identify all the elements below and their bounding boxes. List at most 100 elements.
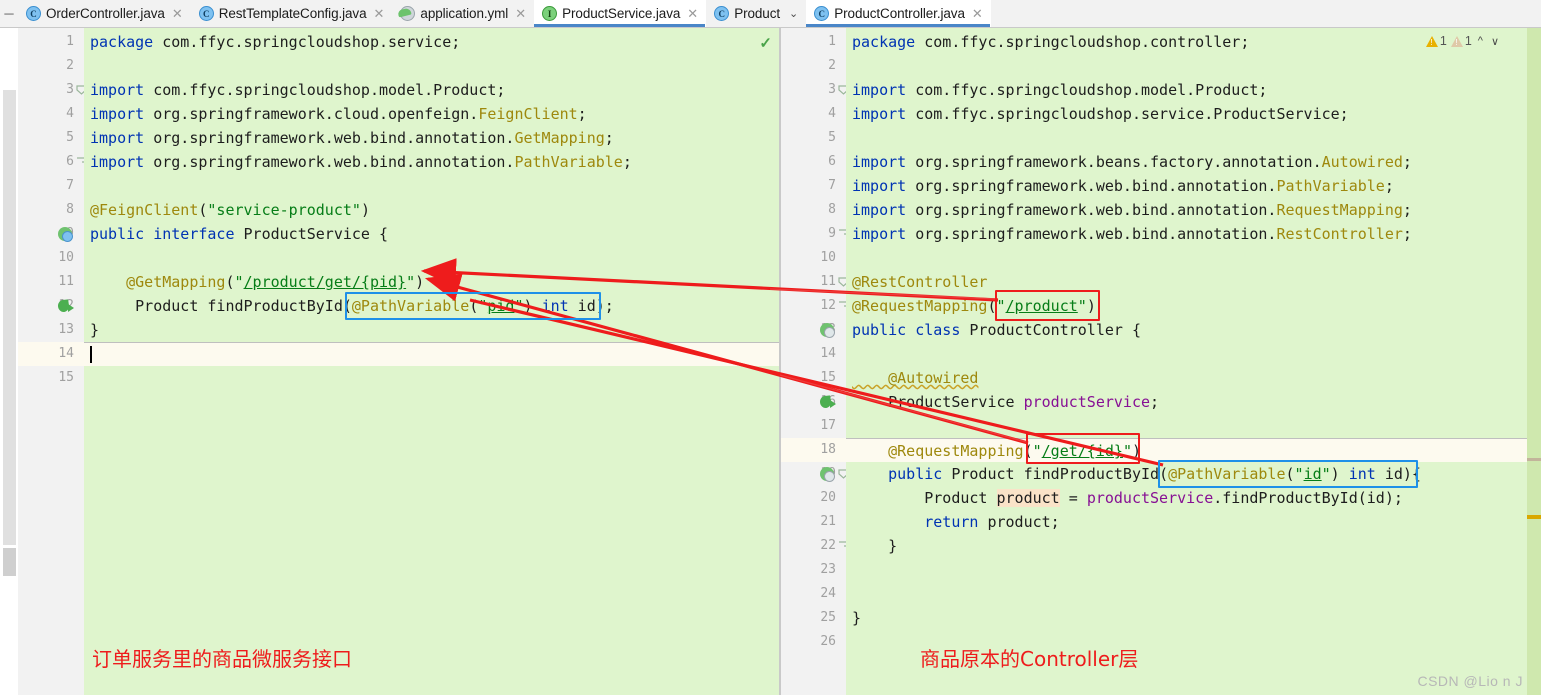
gutter-line-10[interactable]: 10	[18, 246, 84, 270]
gutter-line-3[interactable]: 3	[780, 78, 849, 102]
close-icon[interactable]: ✕	[687, 7, 698, 20]
gutter-line-13[interactable]: 13	[18, 318, 84, 342]
code-line-19[interactable]: public Product findProductById(@PathVari…	[846, 462, 1527, 486]
gutter-line-5[interactable]: 5	[780, 126, 846, 150]
gutter-line-23[interactable]: 23	[780, 558, 846, 582]
stripe-marker-warning[interactable]	[1527, 515, 1541, 519]
gutter-line-8[interactable]: 8	[780, 198, 846, 222]
code-line-10[interactable]	[84, 246, 780, 270]
gutter-line-17[interactable]: 17	[780, 414, 846, 438]
code-line-7[interactable]	[84, 174, 780, 198]
code-line-8[interactable]: @FeignClient("service-product")	[84, 198, 780, 222]
code-line-9[interactable]: import org.springframework.web.bind.anno…	[846, 222, 1527, 246]
code-line-9[interactable]: public interface ProductService {	[84, 222, 780, 246]
gutter-line-8[interactable]: 8	[18, 198, 84, 222]
gutter-line-11[interactable]: 11	[18, 270, 84, 294]
code-line-20[interactable]: Product product = productService.findPro…	[846, 486, 1527, 510]
editor-tab-application-yml[interactable]: application.yml ✕	[392, 0, 535, 27]
code-line-7[interactable]: import org.springframework.web.bind.anno…	[846, 174, 1527, 198]
gutter-line-20[interactable]: 20	[780, 486, 846, 510]
gutter-line-19[interactable]: 19	[780, 462, 849, 486]
left-vertical-scrollbar[interactable]	[0, 28, 18, 695]
gutter-line-13[interactable]: 13	[780, 318, 846, 342]
code-line-18[interactable]: @RequestMapping("/get/{id}")	[846, 438, 1527, 462]
scrollbar-thumb-main[interactable]	[3, 90, 16, 545]
editor-tab-product[interactable]: C Product ⌄	[706, 0, 807, 27]
code-line-21[interactable]: return product;	[846, 510, 1527, 534]
gutter-line-15[interactable]: 15	[780, 366, 846, 390]
interface-marker-icon[interactable]	[58, 227, 73, 242]
chevron-down-icon[interactable]: ⌄	[789, 7, 798, 20]
close-icon[interactable]: ✕	[172, 7, 183, 20]
code-line-14[interactable]	[84, 342, 780, 366]
collapse-icon[interactable]: ─	[0, 0, 18, 27]
stripe-marker-weak-warning[interactable]	[1527, 458, 1541, 461]
code-line-25[interactable]: }	[846, 606, 1527, 630]
gutter-line-10[interactable]: 10	[780, 246, 846, 270]
gutter-line-6[interactable]: 6	[780, 150, 846, 174]
gutter-line-16[interactable]: 16	[780, 390, 846, 414]
code-line-3[interactable]: import com.ffyc.springcloudshop.model.Pr…	[84, 78, 780, 102]
code-line-11[interactable]: @GetMapping("/product/get/{pid}")	[84, 270, 780, 294]
pane-divider[interactable]	[779, 28, 781, 695]
code-line-2[interactable]	[846, 54, 1527, 78]
code-line-1[interactable]: package com.ffyc.springcloudshop.control…	[846, 30, 1527, 54]
gutter-line-7[interactable]: 7	[18, 174, 84, 198]
code-line-14[interactable]	[846, 342, 1527, 366]
gutter-line-3[interactable]: 3	[18, 78, 87, 102]
editor-tab-resttemplateconfig-java[interactable]: C RestTemplateConfig.java ✕	[190, 0, 393, 27]
close-icon[interactable]: ✕	[515, 7, 526, 20]
close-icon[interactable]: ✕	[972, 7, 983, 20]
gutter-line-12[interactable]: 12	[780, 294, 849, 318]
gutter-line-14[interactable]: 14	[18, 342, 84, 366]
close-icon[interactable]: ✕	[374, 7, 385, 20]
code-line-17[interactable]	[846, 414, 1527, 438]
code-line-15[interactable]	[84, 366, 780, 390]
code-line-5[interactable]	[846, 126, 1527, 150]
code-line-15[interactable]: @Autowired	[846, 366, 1527, 390]
right-line-number-gutter[interactable]: 1234567891011121314151617181920212223242…	[780, 28, 849, 695]
gutter-line-4[interactable]: 4	[18, 102, 84, 126]
code-line-22[interactable]: }	[846, 534, 1527, 558]
gutter-line-15[interactable]: 15	[18, 366, 84, 390]
gutter-line-1[interactable]: 1	[780, 30, 846, 54]
gutter-line-11[interactable]: 11	[780, 270, 849, 294]
gutter-line-1[interactable]: 1	[18, 30, 84, 54]
code-line-6[interactable]: import org.springframework.beans.factory…	[846, 150, 1527, 174]
code-line-4[interactable]: import com.ffyc.springcloudshop.service.…	[846, 102, 1527, 126]
code-line-4[interactable]: import org.springframework.cloud.openfei…	[84, 102, 780, 126]
code-line-12[interactable]: @RequestMapping("/product")	[846, 294, 1527, 318]
gutter-line-7[interactable]: 7	[780, 174, 846, 198]
code-line-24[interactable]	[846, 582, 1527, 606]
class-marker-icon[interactable]	[820, 323, 835, 338]
code-line-23[interactable]	[846, 558, 1527, 582]
code-line-6[interactable]: import org.springframework.web.bind.anno…	[84, 150, 780, 174]
gutter-line-26[interactable]: 26	[780, 630, 846, 654]
gutter-line-4[interactable]: 4	[780, 102, 846, 126]
gutter-line-21[interactable]: 21	[780, 510, 846, 534]
code-line-16[interactable]: ProductService productService;	[846, 390, 1527, 414]
code-line-13[interactable]: }	[84, 318, 780, 342]
scrollbar-thumb-secondary[interactable]	[3, 548, 16, 576]
editor-tab-productservice-java[interactable]: I ProductService.java ✕	[534, 0, 707, 27]
code-line-1[interactable]: package com.ffyc.springcloudshop.service…	[84, 30, 780, 54]
code-line-12[interactable]: Product findProductById(@PathVariable("p…	[84, 294, 780, 318]
left-line-number-gutter[interactable]: 123456789101112131415	[18, 28, 87, 695]
right-code-area[interactable]: 1 1 ^ ∨ package com.ffyc.springcloudshop…	[846, 28, 1527, 695]
code-line-5[interactable]: import org.springframework.web.bind.anno…	[84, 126, 780, 150]
gutter-line-25[interactable]: 25	[780, 606, 846, 630]
code-line-3[interactable]: import com.ffyc.springcloudshop.model.Pr…	[846, 78, 1527, 102]
left-code-area[interactable]: ✓ package com.ffyc.springcloudshop.servi…	[84, 28, 780, 695]
gutter-line-22[interactable]: 22	[780, 534, 849, 558]
gutter-line-5[interactable]: 5	[18, 126, 84, 150]
right-error-stripe-marker-bar[interactable]	[1527, 28, 1541, 695]
editor-tab-productcontroller-java[interactable]: C ProductController.java ✕	[806, 0, 991, 27]
code-line-8[interactable]: import org.springframework.web.bind.anno…	[846, 198, 1527, 222]
gutter-line-2[interactable]: 2	[780, 54, 846, 78]
class-marker-icon[interactable]	[820, 467, 835, 482]
code-line-10[interactable]	[846, 246, 1527, 270]
gutter-line-24[interactable]: 24	[780, 582, 846, 606]
code-line-11[interactable]: @RestController	[846, 270, 1527, 294]
gutter-line-9[interactable]: 9	[780, 222, 849, 246]
implements-marker-icon[interactable]	[820, 395, 836, 409]
